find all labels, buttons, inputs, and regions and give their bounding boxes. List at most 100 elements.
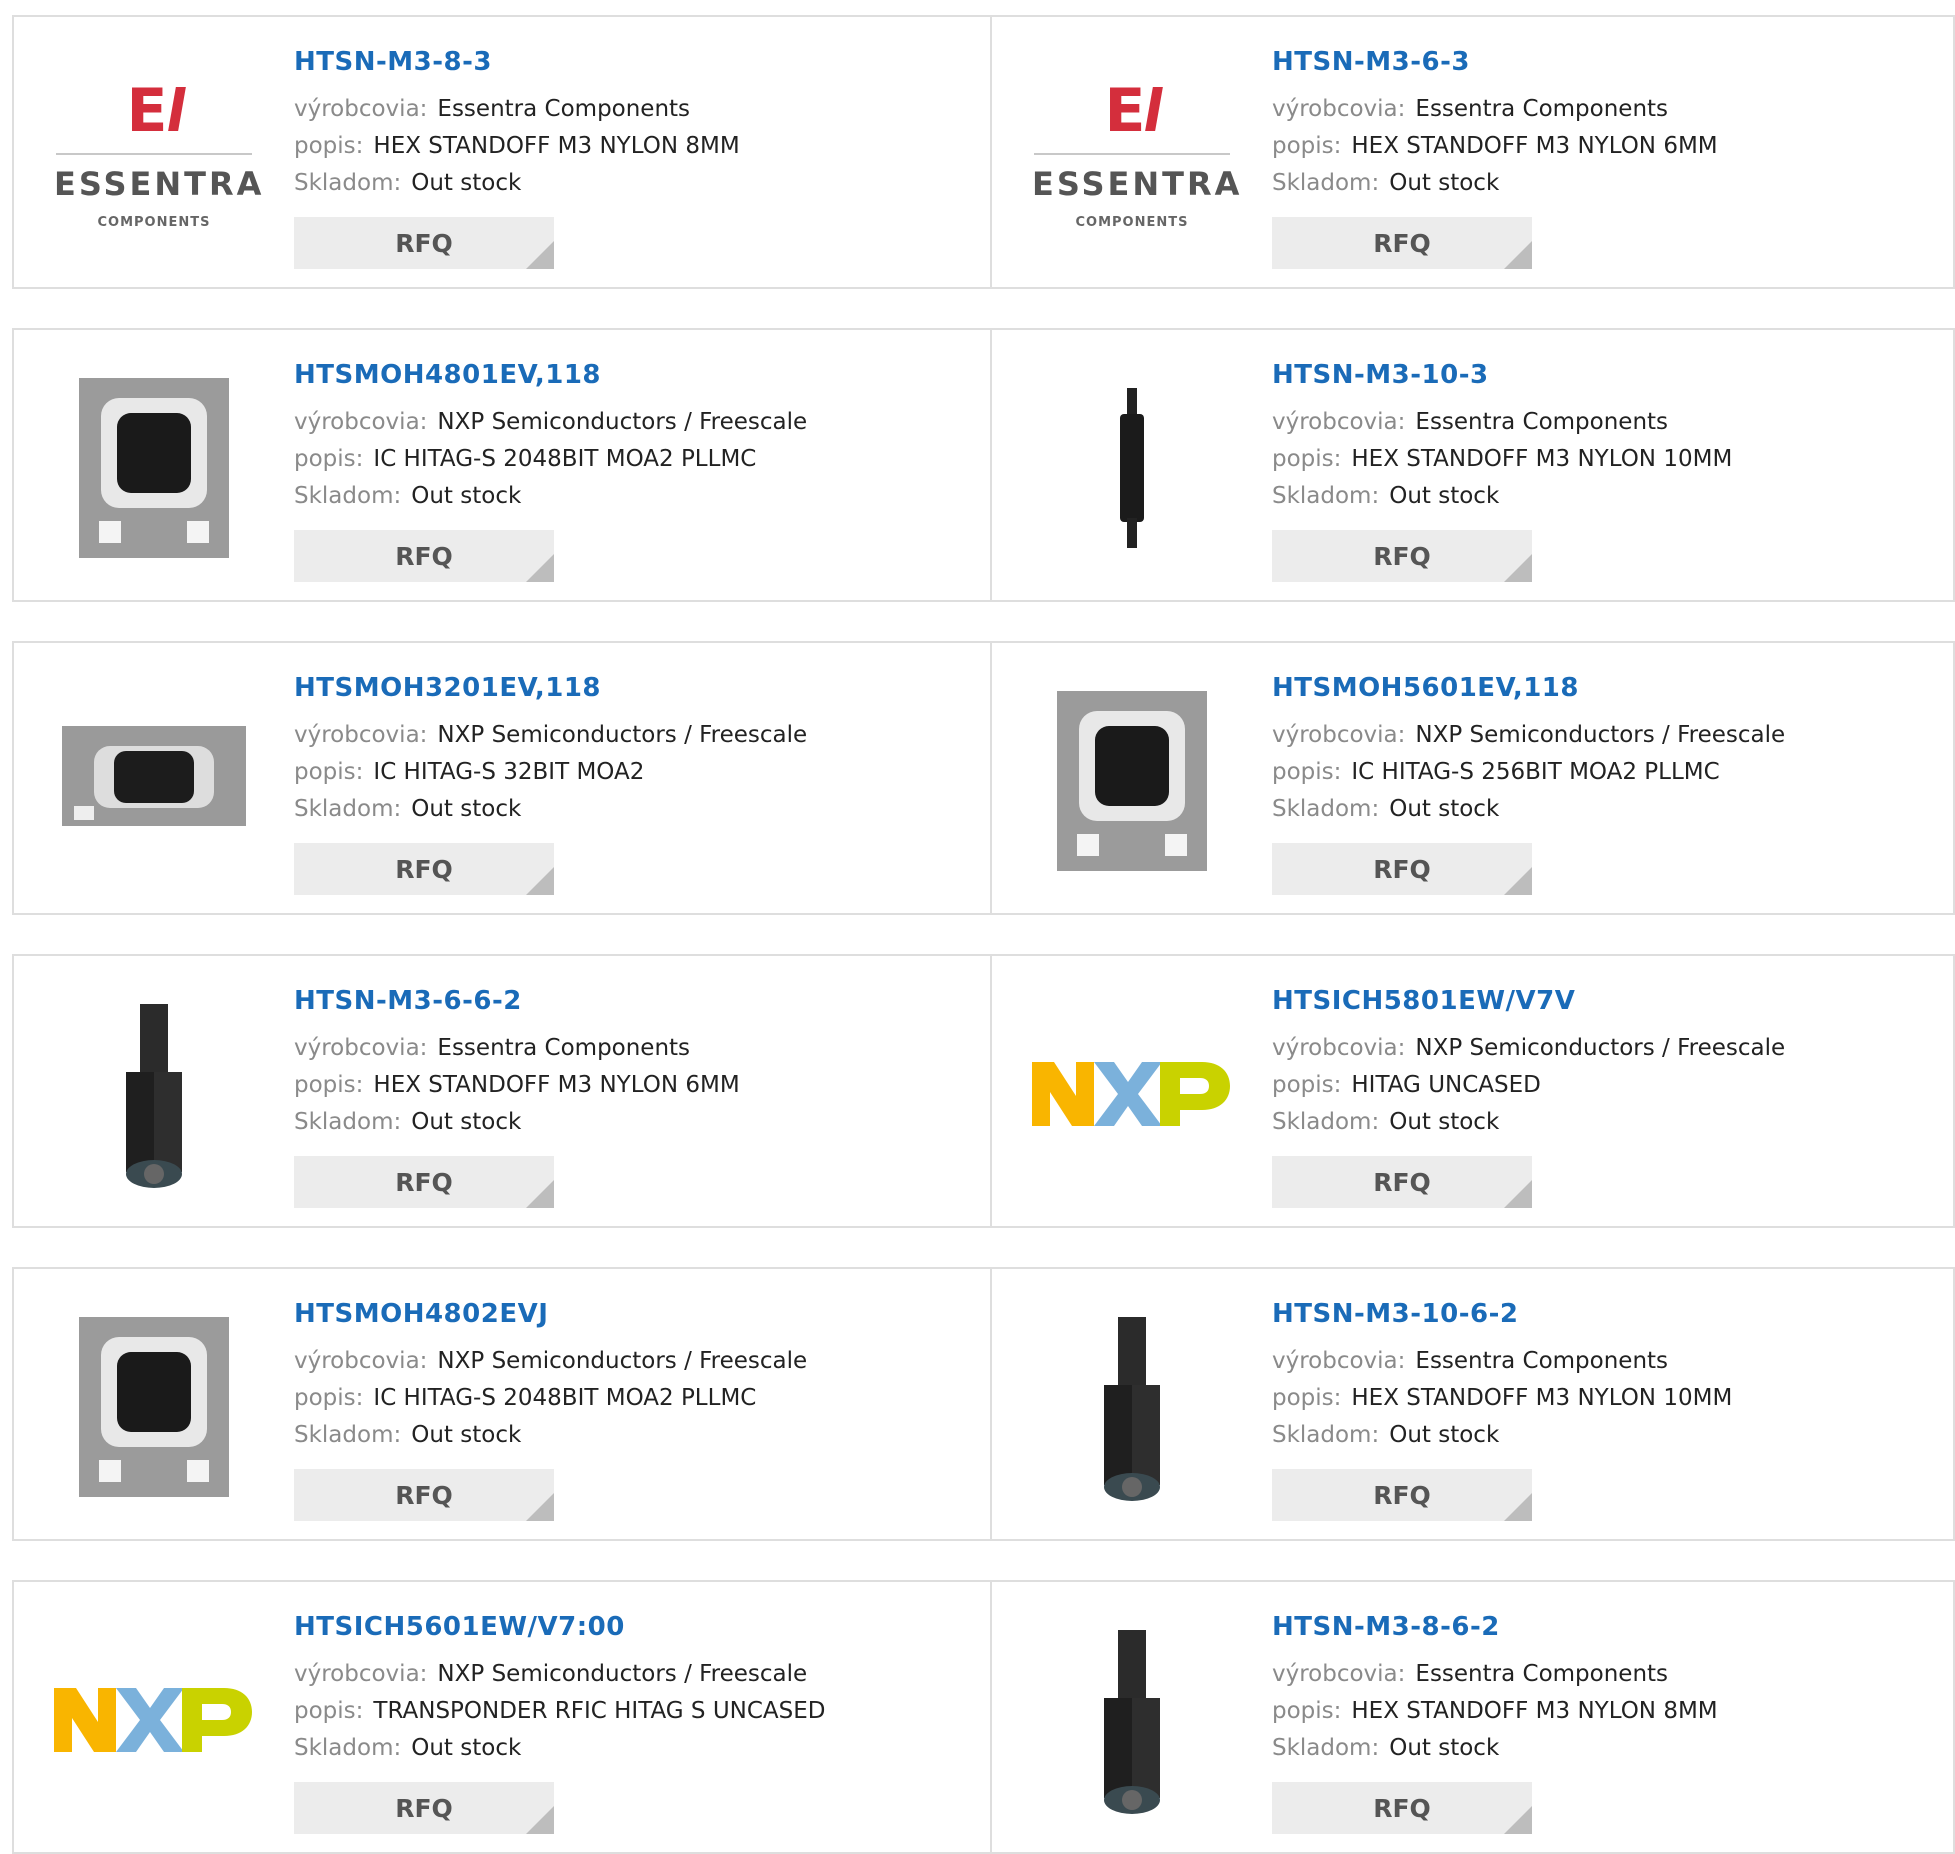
rfq-button[interactable]: RFQ bbox=[294, 1156, 554, 1208]
product-row: E ESSENTRA COMPONENTS HTSN-M3-8-3 výrobcov… bbox=[12, 15, 1955, 289]
rfq-label: RFQ bbox=[395, 1167, 453, 1197]
rfq-corner-decoration bbox=[526, 1493, 554, 1521]
product-title-link[interactable]: HTSN-M3-6-3 bbox=[1272, 47, 1718, 77]
stock-label: Skladom: bbox=[294, 1109, 402, 1135]
product-title-link[interactable]: HTSICH5601EW/V7:00 bbox=[294, 1612, 826, 1642]
product-card: HTSMOH5601EV,118 výrobcovia: NXP Semicond… bbox=[989, 643, 1953, 913]
description-label: popis: bbox=[294, 1385, 364, 1411]
description-line: popis: IC HITAG-S 256BIT MOA2 PLLMC bbox=[1272, 754, 1785, 791]
product-thumbnail[interactable] bbox=[54, 368, 254, 568]
product-row: HTSMOH4802EVJ výrobcovia: NXP Semiconduct… bbox=[12, 1267, 1955, 1541]
essentra-mark-icon: E bbox=[54, 81, 254, 141]
product-title-link[interactable]: HTSMOH5601EV,118 bbox=[1272, 673, 1785, 703]
manufacturer-value: NXP Semiconductors / Freescale bbox=[1415, 722, 1786, 748]
stock-label: Skladom: bbox=[294, 1422, 402, 1448]
rfq-button[interactable]: RFQ bbox=[294, 530, 554, 582]
product-info: HTSN-M3-10-3 výrobcovia: Essentra Compone… bbox=[1272, 360, 1732, 515]
product-thumbnail[interactable] bbox=[1032, 1307, 1232, 1507]
product-thumbnail[interactable] bbox=[1032, 681, 1232, 881]
product-info: HTSN-M3-6-3 výrobcovia: Essentra Componen… bbox=[1272, 47, 1718, 202]
product-card: HTSN-M3-6-6-2 výrobcovia: Essentra Compon… bbox=[14, 956, 990, 1226]
hex-standoff-icon bbox=[1103, 1630, 1160, 1814]
product-info: HTSN-M3-8-6-2 výrobcovia: Essentra Compon… bbox=[1272, 1612, 1718, 1767]
stock-label: Skladom: bbox=[1271, 1109, 1380, 1135]
rfq-button[interactable]: RFQ bbox=[1271, 1782, 1532, 1834]
chip-module-icon bbox=[79, 1317, 229, 1497]
manufacturer-label: výrobcovia: bbox=[294, 722, 428, 748]
product-title-link[interactable]: HTSN-M3-10-3 bbox=[1272, 360, 1732, 390]
description-line: popis: IC HITAG-S 2048BIT MOA2 PLLMC bbox=[294, 1380, 807, 1417]
rfq-button[interactable]: RFQ bbox=[294, 1469, 554, 1521]
stock-label: Skladom: bbox=[1271, 796, 1380, 822]
essentra-wordmark: ESSENTRA bbox=[54, 164, 265, 203]
manufacturer-label: výrobcovia: bbox=[1271, 409, 1406, 435]
product-card: HTSMOH3201EV,118 výrobcovia: NXP Semicond… bbox=[14, 643, 990, 913]
rfq-button[interactable]: RFQ bbox=[294, 843, 554, 895]
standoff-icon bbox=[1119, 388, 1144, 548]
rfq-button[interactable]: RFQ bbox=[294, 1782, 554, 1834]
manufacturer-line: výrobcovia: NXP Semiconductors / Freescal… bbox=[294, 1656, 826, 1693]
essentra-logo: E ESSENTRA COMPONENTS bbox=[1032, 81, 1239, 230]
product-thumbnail[interactable] bbox=[1032, 1620, 1232, 1820]
product-row: HTSMOH4801EV,118 výrobcovia: NXP Semicond… bbox=[12, 328, 1955, 602]
manufacturer-line: výrobcovia: NXP Semiconductors / Freescal… bbox=[294, 404, 807, 441]
rfq-button[interactable]: RFQ bbox=[1271, 217, 1532, 269]
rfq-button[interactable]: RFQ bbox=[1271, 843, 1532, 895]
description-value: HEX STANDOFF M3 NYLON 6MM bbox=[373, 1072, 740, 1098]
product-thumbnail[interactable]: E ESSENTRA COMPONENTS bbox=[54, 55, 265, 255]
rfq-button[interactable]: RFQ bbox=[294, 217, 554, 269]
stock-value: Out stock bbox=[1389, 1422, 1500, 1448]
manufacturer-line: výrobcovia: Essentra Components bbox=[1272, 91, 1718, 128]
description-label: popis: bbox=[1271, 759, 1342, 785]
description-value: HEX STANDOFF M3 NYLON 8MM bbox=[1351, 1698, 1718, 1724]
product-thumbnail[interactable] bbox=[1032, 368, 1232, 568]
product-info: HTSN-M3-10-6-2 výrobcovia: Essentra Compo… bbox=[1272, 1299, 1732, 1454]
rfq-label: RFQ bbox=[1373, 854, 1431, 884]
manufacturer-label: výrobcovia: bbox=[294, 1661, 428, 1687]
product-thumbnail[interactable] bbox=[1031, 994, 1232, 1194]
product-title-link[interactable]: HTSMOH4802EVJ bbox=[294, 1299, 807, 1329]
product-title-link[interactable]: HTSN-M3-6-6-2 bbox=[294, 986, 740, 1016]
rfq-button[interactable]: RFQ bbox=[1271, 530, 1532, 582]
product-title-link[interactable]: HTSMOH3201EV,118 bbox=[294, 673, 807, 703]
description-value: HEX STANDOFF M3 NYLON 8MM bbox=[373, 133, 740, 159]
nxp-logo-icon bbox=[1031, 1062, 1230, 1126]
description-line: popis: HEX STANDOFF M3 NYLON 10MM bbox=[1272, 441, 1732, 478]
product-title-link[interactable]: HTSN-M3-8-3 bbox=[294, 47, 740, 77]
chip-module-icon bbox=[62, 726, 246, 826]
stock-line: Skladom: Out stock bbox=[1272, 1104, 1785, 1141]
manufacturer-label: výrobcovia: bbox=[1271, 1348, 1406, 1374]
product-title-link[interactable]: HTSN-M3-10-6-2 bbox=[1272, 1299, 1732, 1329]
description-value: IC HITAG-S 2048BIT MOA2 PLLMC bbox=[373, 1385, 757, 1411]
product-title-link[interactable]: HTSMOH4801EV,118 bbox=[294, 360, 807, 390]
rfq-button[interactable]: RFQ bbox=[1271, 1156, 1532, 1208]
description-line: popis: HEX STANDOFF M3 NYLON 6MM bbox=[294, 1067, 740, 1104]
product-thumbnail[interactable] bbox=[54, 994, 254, 1194]
description-line: popis: HEX STANDOFF M3 NYLON 8MM bbox=[1272, 1693, 1718, 1730]
stock-line: Skladom: Out stock bbox=[1272, 165, 1718, 202]
manufacturer-line: výrobcovia: NXP Semiconductors / Freescal… bbox=[1272, 717, 1785, 754]
stock-value: Out stock bbox=[411, 1735, 522, 1761]
manufacturer-value: Essentra Components bbox=[1415, 1348, 1669, 1374]
rfq-label: RFQ bbox=[395, 1793, 453, 1823]
rfq-corner-decoration bbox=[1503, 867, 1532, 895]
stock-value: Out stock bbox=[411, 1422, 522, 1448]
product-thumbnail[interactable] bbox=[54, 1620, 254, 1820]
product-card: HTSN-M3-10-6-2 výrobcovia: Essentra Compo… bbox=[989, 1269, 1953, 1539]
stock-value: Out stock bbox=[411, 1109, 522, 1135]
stock-label: Skladom: bbox=[294, 483, 402, 509]
stock-line: Skladom: Out stock bbox=[1272, 1730, 1718, 1767]
rfq-corner-decoration bbox=[526, 554, 554, 582]
product-title-link[interactable]: HTSN-M3-8-6-2 bbox=[1272, 1612, 1718, 1642]
product-thumbnail[interactable] bbox=[54, 681, 254, 881]
product-thumbnail[interactable] bbox=[54, 1307, 254, 1507]
manufacturer-label: výrobcovia: bbox=[294, 96, 428, 122]
stock-line: Skladom: Out stock bbox=[294, 1104, 740, 1141]
rfq-button[interactable]: RFQ bbox=[1271, 1469, 1532, 1521]
product-thumbnail[interactable]: E ESSENTRA COMPONENTS bbox=[1032, 55, 1239, 255]
product-info: HTSICH5801EW/V7V výrobcovia: NXP Semicond… bbox=[1272, 986, 1785, 1141]
stock-value: Out stock bbox=[1389, 1735, 1500, 1761]
product-title-link[interactable]: HTSICH5801EW/V7V bbox=[1272, 986, 1785, 1016]
product-card: HTSMOH4801EV,118 výrobcovia: NXP Semicond… bbox=[14, 330, 990, 600]
product-row: HTSICH5601EW/V7:00 výrobcovia: NXP Semico… bbox=[12, 1580, 1955, 1854]
